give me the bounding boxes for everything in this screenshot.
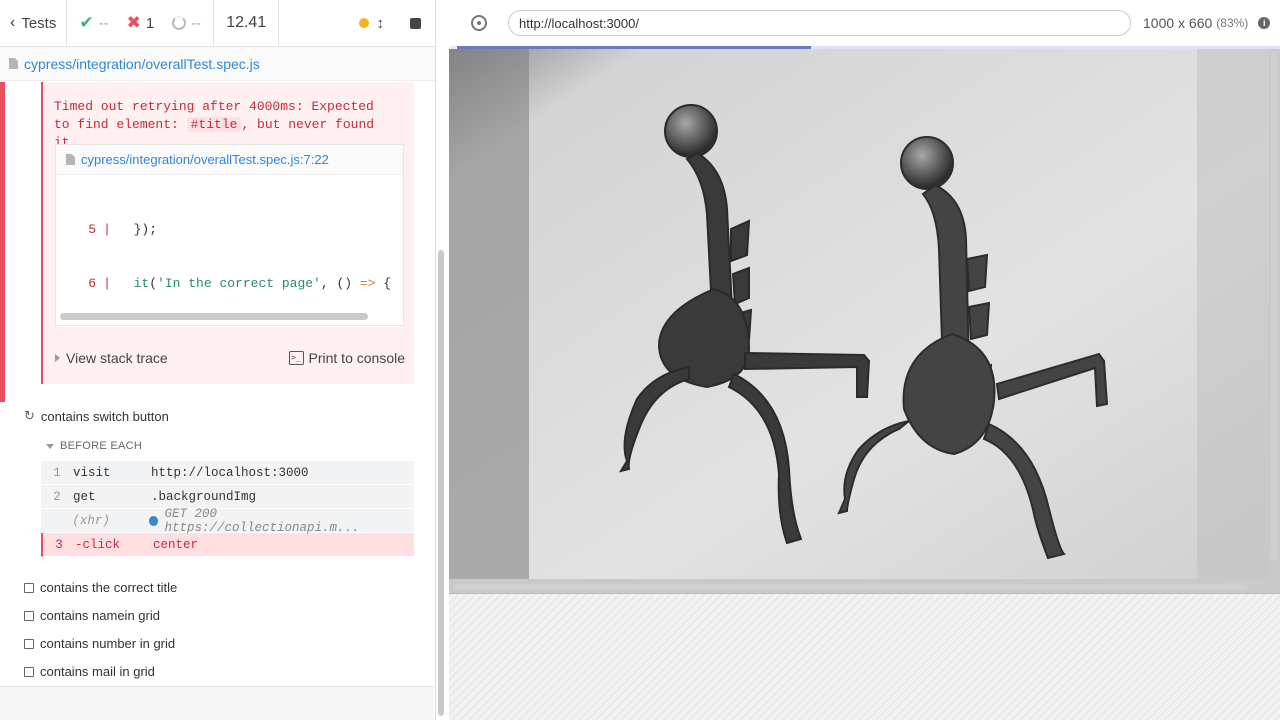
test-title: contains the correct title: [40, 580, 178, 595]
error-actions: View stack trace >_ Print to console: [55, 350, 405, 366]
commands: 1 visit http://localhost:3000 2 get .backgro…: [41, 461, 414, 557]
caret-down-icon: [46, 443, 54, 449]
xhr-status-icon: [148, 515, 159, 526]
pending-stat: --: [172, 15, 201, 32]
running-test-title: contains switch button: [40, 408, 169, 424]
code-lines: 5 | }); 6 | it('In the correct page', () =…: [56, 185, 403, 325]
spec-file-link[interactable]: cypress/integration/overallTest.spec.js: [24, 56, 260, 72]
viewport-dimensions: 1000 x 660: [1143, 15, 1213, 31]
chevron-left-icon: ‹: [10, 14, 16, 31]
file-icon: [66, 154, 75, 165]
pending-circle-icon: [172, 16, 187, 30]
running-test[interactable]: ↻ contains switch button: [24, 408, 169, 424]
checkbox-icon: [24, 638, 34, 649]
check-icon: ✔: [79, 13, 94, 32]
duration-value: 12.41: [226, 14, 267, 31]
url-field[interactable]: http://localhost:3000/: [508, 10, 1131, 36]
hook-label: BEFORE EACH: [60, 440, 143, 452]
command-row-xhr[interactable]: (xhr) GET 200 https://collectionapi.m...: [41, 507, 414, 535]
reporter-panel: ‹ Tests ✔ -- ✖ 1 -- 12.41 ↕ cypress/inte…: [0, 0, 436, 720]
code-line: 6 | it('In the correct page', () => {: [88, 276, 392, 291]
refresh-icon: ↻: [24, 408, 35, 423]
vertical-arrows-icon: ↕: [376, 14, 385, 32]
code-frame-header: cypress/integration/overallTest.spec.js:…: [56, 145, 403, 175]
checkbox-icon: [24, 666, 34, 677]
command-row[interactable]: 2 get .backgroundImg: [41, 485, 414, 509]
viewport-scale: (83%): [1216, 16, 1249, 30]
print-label: Print to console: [308, 350, 406, 366]
app-under-test-frame[interactable]: [449, 49, 1280, 594]
command-log: Timed out retrying after 4000ms: Expecte…: [0, 82, 434, 686]
pending-test[interactable]: contains number in grid: [24, 636, 175, 651]
aut-horizontal-scrollbar[interactable]: [453, 584, 1248, 590]
spec-path-bar: cypress/integration/overallTest.spec.js: [0, 47, 435, 81]
test-title: contains namein grid: [40, 608, 160, 623]
passed-count: --: [98, 14, 109, 32]
checkbox-icon: [24, 582, 34, 593]
selector-playground-icon[interactable]: [471, 15, 487, 31]
reporter-header: ‹ Tests ✔ -- ✖ 1 -- 12.41 ↕: [0, 0, 435, 47]
failed-stat: ✖ 1: [127, 13, 155, 33]
print-to-console-button[interactable]: >_ Print to console: [288, 350, 406, 366]
duration: 12.41: [214, 0, 280, 46]
reporter-scrollbar[interactable]: [438, 250, 444, 716]
view-stack-label: View stack trace: [66, 350, 168, 366]
andirons-photo[interactable]: [449, 49, 1269, 579]
aut-vertical-scrollbar[interactable]: [1271, 51, 1277, 561]
code-frame-link[interactable]: cypress/integration/overallTest.spec.js:…: [81, 152, 329, 167]
terminal-icon: >_: [288, 351, 304, 365]
code-frame: cypress/integration/overallTest.spec.js:…: [55, 144, 404, 326]
code-frame-scrollbar[interactable]: [60, 313, 368, 320]
url-bar: http://localhost:3000/ 1000 x 660 (83%) …: [449, 0, 1280, 47]
tests-label: Tests: [21, 14, 57, 32]
stop-icon: [410, 17, 421, 29]
status-dot-icon: [358, 18, 369, 28]
caret-right-icon: [55, 354, 60, 362]
reporter-footer: [0, 686, 434, 720]
before-each-hook[interactable]: BEFORE EACH: [46, 440, 142, 452]
stats: ✔ -- ✖ 1 --: [67, 0, 215, 46]
pending-test[interactable]: contains namein grid: [24, 608, 160, 623]
passed-stat: ✔ --: [79, 13, 108, 33]
view-stack-trace[interactable]: View stack trace: [55, 350, 168, 366]
auto-scroll-toggle[interactable]: ↕: [351, 15, 393, 32]
viewport-size[interactable]: 1000 x 660 (83%): [1143, 15, 1248, 31]
error-panel: Timed out retrying after 4000ms: Expecte…: [41, 82, 414, 384]
error-selector: #title: [186, 117, 242, 132]
failed-test-stripe: [0, 82, 5, 402]
code-line: 5 | });: [88, 222, 158, 237]
command-row-failed[interactable]: 3 -click center: [41, 533, 414, 557]
test-title: contains number in grid: [40, 636, 176, 651]
checkbox-icon: [24, 610, 34, 621]
pending-test[interactable]: contains mail in grid: [24, 664, 155, 679]
x-icon: ✖: [126, 13, 141, 32]
test-title: contains mail in grid: [40, 664, 155, 679]
app-preview: http://localhost:3000/ 1000 x 660 (83%) …: [449, 0, 1280, 720]
run-controls: ↕: [279, 0, 435, 46]
failed-count: 1: [145, 14, 155, 32]
stop-button[interactable]: [402, 17, 429, 29]
info-icon[interactable]: i: [1258, 17, 1271, 29]
pending-test[interactable]: contains the correct title: [24, 580, 177, 595]
file-icon: [9, 58, 18, 69]
command-row[interactable]: 1 visit http://localhost:3000: [41, 461, 414, 485]
pending-count: --: [191, 14, 202, 32]
tests-button[interactable]: ‹ Tests: [0, 0, 68, 46]
